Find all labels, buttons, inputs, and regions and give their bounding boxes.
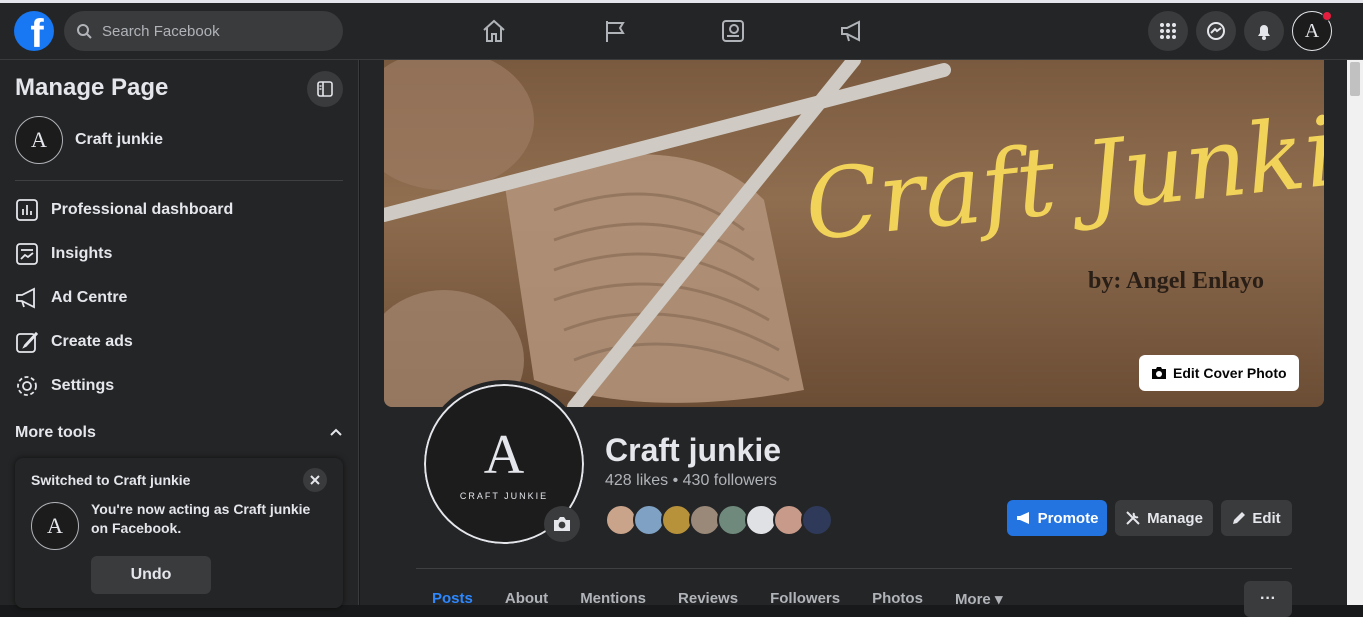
promote-button[interactable]: Promote	[1007, 500, 1107, 536]
camera-icon[interactable]	[544, 506, 580, 542]
sidebar-item-label: Insights	[51, 245, 113, 262]
divider	[15, 180, 343, 181]
search-icon	[77, 24, 92, 39]
search-box[interactable]	[64, 11, 343, 51]
undo-button[interactable]: Undo	[91, 556, 211, 594]
manage-page-sidebar: Manage Page A Craft junkie Professional …	[0, 60, 359, 608]
sidebar-item-professional-dashboard[interactable]: Professional dashboard	[15, 198, 233, 222]
tab-about[interactable]: About	[489, 590, 564, 608]
facebook-logo[interactable]: f	[14, 11, 54, 51]
news-icon[interactable]	[719, 17, 747, 45]
tab-reviews[interactable]: Reviews	[662, 590, 754, 608]
home-icon[interactable]	[480, 17, 508, 45]
sidebar-item-create-ads[interactable]: Create ads	[15, 330, 133, 354]
search-input[interactable]	[100, 21, 320, 41]
sidebar-item-ad-centre[interactable]: Ad Centre	[15, 286, 127, 310]
messenger-icon[interactable]	[1196, 11, 1236, 51]
divider	[416, 568, 1292, 569]
toast-avatar-letter: A	[47, 513, 63, 538]
scrollbar[interactable]	[1347, 60, 1363, 605]
tab-photos[interactable]: Photos	[856, 590, 939, 608]
dashboard-icon	[16, 199, 38, 221]
sidebar-title: Manage Page	[15, 74, 169, 101]
insights-icon	[16, 243, 38, 265]
top-navigation-bar: f A	[0, 0, 1363, 60]
edit-label: Edit	[1252, 509, 1281, 527]
tab-mentions[interactable]: Mentions	[564, 590, 662, 608]
flag-icon[interactable]	[601, 17, 629, 45]
sidebar-item-label: Create ads	[51, 333, 133, 350]
more-tools-header[interactable]: More tools	[15, 424, 343, 442]
camera-icon	[1152, 367, 1166, 379]
toast-message: You're now acting as Craft junkie on Fac…	[91, 501, 311, 536]
more-tools-label: More tools	[15, 424, 96, 441]
edit-button[interactable]: Edit	[1221, 500, 1292, 536]
megaphone-icon	[1016, 512, 1029, 524]
sidebar-item-label: Settings	[51, 377, 115, 394]
account-avatar-letter: A	[1304, 19, 1320, 42]
chevron-up-icon[interactable]	[329, 426, 343, 440]
edit-cover-photo-button[interactable]: Edit Cover Photo	[1139, 355, 1299, 391]
profile-monogram: A	[483, 424, 525, 486]
bell-icon[interactable]	[1244, 11, 1284, 51]
more-options-button[interactable]: ···	[1244, 581, 1292, 617]
scrollbar-thumb[interactable]	[1350, 62, 1360, 96]
current-page-row[interactable]: A Craft junkie	[15, 116, 163, 164]
page-main-content: Craft Junkie by: Angel Enlayo Edit Cover…	[360, 60, 1347, 617]
edit-icon	[16, 331, 39, 353]
switch-page-toast: Switched to Craft junkie A You're now ac…	[15, 458, 343, 608]
page-name: Craft junkie	[75, 131, 164, 148]
page-title: Craft junkie	[605, 432, 782, 468]
tab-more[interactable]: More ▾	[939, 590, 1019, 608]
avatar[interactable]	[801, 504, 833, 536]
page-tabs: Posts About Mentions Reviews Followers P…	[416, 590, 1018, 608]
friend-avatars[interactable]	[605, 504, 833, 536]
close-icon[interactable]	[303, 468, 327, 492]
toast-avatar: A	[31, 502, 79, 550]
profile-logo-text: CRAFT JUNKIE	[459, 491, 549, 501]
menu-grid-icon[interactable]	[1148, 11, 1188, 51]
manage-label: Manage	[1147, 509, 1203, 527]
edit-cover-label: Edit Cover Photo	[1173, 365, 1287, 381]
page-avatar: A	[15, 116, 63, 164]
sidebar-item-label: Professional dashboard	[51, 201, 234, 218]
account-avatar[interactable]: A	[1292, 11, 1332, 51]
page-stats[interactable]: 428 likes • 430 followers	[605, 472, 777, 490]
gear-icon	[17, 376, 37, 396]
page-avatar-letter: A	[31, 127, 47, 152]
megaphone-icon[interactable]	[838, 17, 866, 45]
sidebar-item-settings[interactable]: Settings	[15, 374, 114, 398]
notification-dot	[1322, 11, 1332, 21]
toast-title: Switched to Craft junkie	[31, 472, 191, 488]
megaphone-icon	[16, 287, 35, 309]
facebook-logo-letter: f	[30, 12, 44, 51]
pencil-icon	[1233, 512, 1246, 524]
manage-button[interactable]: Manage	[1115, 500, 1213, 536]
cover-subtitle: by: Angel Enlayo	[1088, 268, 1265, 294]
sidebar-item-insights[interactable]: Insights	[15, 242, 112, 266]
promote-label: Promote	[1037, 509, 1099, 527]
collapse-sidebar-icon[interactable]	[307, 71, 343, 107]
cover-photo: Craft Junkie by: Angel Enlayo Edit Cover…	[384, 60, 1324, 407]
sidebar-item-label: Ad Centre	[51, 289, 128, 306]
tab-posts[interactable]: Posts	[416, 590, 489, 608]
tab-followers[interactable]: Followers	[754, 590, 856, 608]
tools-icon	[1126, 511, 1140, 525]
